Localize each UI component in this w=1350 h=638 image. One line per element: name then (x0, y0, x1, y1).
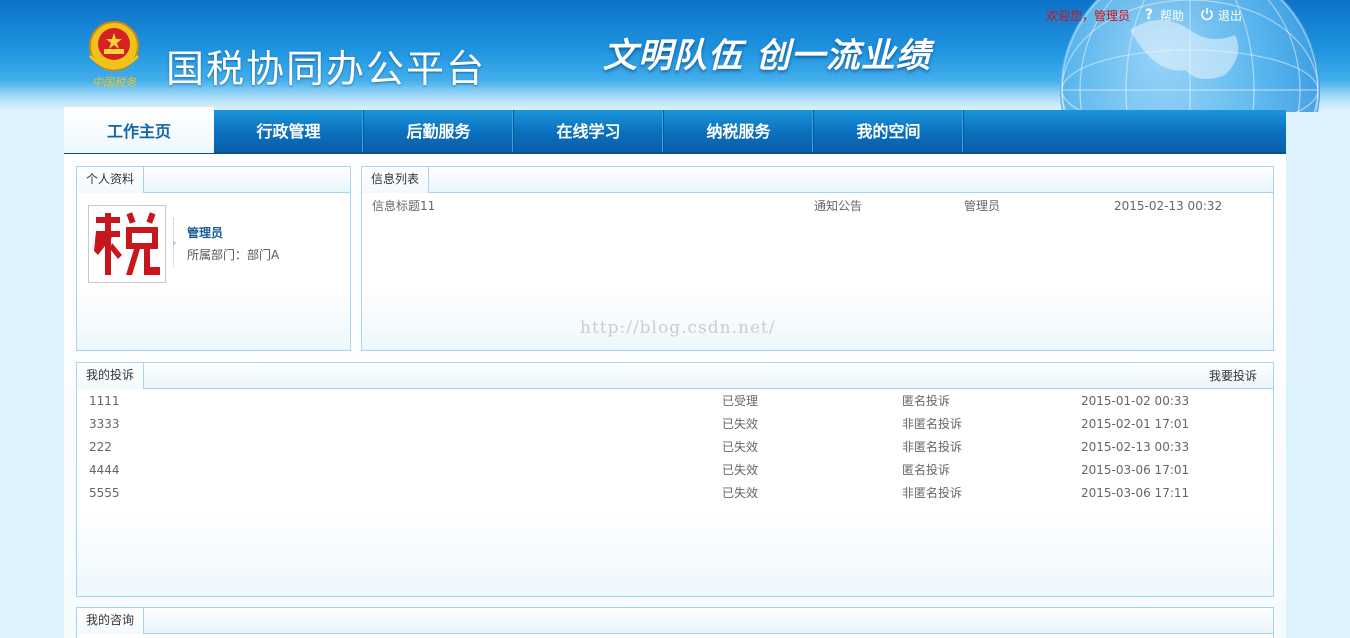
profile-panel-title: 个人资料 (77, 167, 145, 193)
top-links: 欢迎您，管理员 ? 帮助 退出 (1046, 5, 1258, 25)
table-row[interactable]: 3333 已失效 非匿名投诉 2015-02-01 17:01 (77, 413, 1273, 435)
complaints-panel-body: 1111 已受理 匿名投诉 2015-01-02 00:33 3333 已失效 … (77, 390, 1273, 596)
profile-panel-body: › 管理员 所属部门：部门A (77, 194, 350, 350)
list-item[interactable]: 信息标题11 通知公告 管理员 2015-02-13 00:32 (362, 195, 1273, 217)
complaint-title: 222 (89, 440, 112, 454)
complaint-type: 非匿名投诉 (902, 486, 963, 500)
complaint-status: 已失效 (722, 440, 759, 454)
info-list-panel-header: 信息列表 (362, 167, 1273, 193)
main-nav: 工作主页 行政管理 后勤服务 在线学习 纳税服务 我的空间 (64, 107, 1286, 154)
new-complaint-link[interactable]: 我要投诉 (1209, 363, 1257, 389)
logout-link[interactable]: 退出 (1200, 7, 1242, 24)
complaints-panel: 我的投诉 我要投诉 1111 已受理 匿名投诉 2015-01-02 00:33… (76, 362, 1274, 597)
header-slogan: 文明队伍 创一流业绩 (603, 36, 931, 76)
nav-tab-tax-service[interactable]: 纳税服务 (664, 110, 814, 152)
svg-text:?: ? (1145, 7, 1153, 21)
table-row[interactable]: 4444 已失效 匿名投诉 2015-03-06 17:01 (77, 459, 1273, 481)
complaint-status: 已失效 (722, 417, 759, 431)
help-label: 帮助 (1160, 8, 1185, 23)
profile-panel-header: 个人资料 (77, 167, 350, 193)
complaint-type: 匿名投诉 (902, 463, 951, 477)
table-row[interactable]: 222 已失效 非匿名投诉 2015-02-13 00:33 (77, 436, 1273, 458)
profile-name: 管理员 (187, 226, 224, 240)
info-list-panel-title: 信息列表 (362, 167, 430, 193)
complaint-status: 已失效 (722, 486, 759, 500)
info-author: 管理员 (964, 199, 1001, 213)
nav-tab-logistics[interactable]: 后勤服务 (364, 110, 514, 152)
consult-panel-title: 我的咨询 (77, 608, 145, 634)
info-list-panel-body: 信息标题11 通知公告 管理员 2015-02-13 00:32 (362, 194, 1273, 350)
info-title: 信息标题11 (372, 199, 436, 213)
page-header: 中国税务 国税协同办公平台 文明队伍 创一流业绩 欢迎您，管理员 ? 帮助 退出 (0, 0, 1350, 112)
info-time: 2015-02-13 00:32 (1114, 199, 1223, 213)
complaint-title: 4444 (89, 463, 120, 477)
complaint-title: 3333 (89, 417, 120, 431)
help-link[interactable]: ? 帮助 (1144, 7, 1184, 24)
consult-panel-header: 我的咨询 (77, 608, 1273, 634)
consult-panel: 我的咨询 (76, 607, 1274, 638)
nav-tab-my-space[interactable]: 我的空间 (814, 110, 964, 152)
svg-text:中国税务: 中国税务 (92, 76, 137, 89)
site-title: 国税协同办公平台 (166, 47, 487, 91)
complaint-time: 2015-03-06 17:01 (1081, 463, 1190, 477)
profile-department: 所属部门：部门A (187, 248, 280, 262)
national-emblem-icon: 中国税务 (80, 16, 148, 90)
info-list-panel: 信息列表 信息标题11 通知公告 管理员 2015-02-13 00:32 (361, 166, 1274, 351)
complaints-panel-title: 我的投诉 (77, 363, 145, 389)
complaint-time: 2015-02-01 17:01 (1081, 417, 1190, 431)
complaint-type: 非匿名投诉 (902, 417, 963, 431)
avatar (88, 205, 166, 283)
complaint-type: 非匿名投诉 (902, 440, 963, 454)
logout-label: 退出 (1218, 8, 1243, 23)
nav-tab-home[interactable]: 工作主页 (64, 107, 214, 153)
nav-tab-admin[interactable]: 行政管理 (214, 110, 364, 152)
watermark-text: http://blog.csdn.net/ (580, 318, 776, 338)
complaint-time: 2015-01-02 00:33 (1081, 394, 1190, 408)
complaint-time: 2015-02-13 00:33 (1081, 440, 1190, 454)
table-row[interactable]: 1111 已受理 匿名投诉 2015-01-02 00:33 (77, 390, 1273, 412)
tax-logo-icon (94, 212, 160, 275)
complaint-status: 已受理 (722, 394, 759, 408)
power-icon (1200, 7, 1214, 24)
chevron-right-icon: › (172, 236, 177, 249)
complaint-title: 5555 (89, 486, 120, 500)
profile-panel: 个人资料 › 管理员 所属部门：部门A (76, 166, 351, 351)
question-mark-icon: ? (1144, 7, 1156, 24)
complaint-time: 2015-03-06 17:11 (1081, 486, 1190, 500)
complaint-type: 匿名投诉 (902, 394, 951, 408)
table-row[interactable]: 5555 已失效 非匿名投诉 2015-03-06 17:11 (77, 482, 1273, 504)
welcome-text: 欢迎您，管理员 (1046, 8, 1131, 23)
nav-tab-learning[interactable]: 在线学习 (514, 110, 664, 152)
complaints-panel-header: 我的投诉 我要投诉 (77, 363, 1273, 389)
complaint-status: 已失效 (722, 463, 759, 477)
complaint-title: 1111 (89, 394, 120, 408)
info-type: 通知公告 (814, 199, 863, 213)
